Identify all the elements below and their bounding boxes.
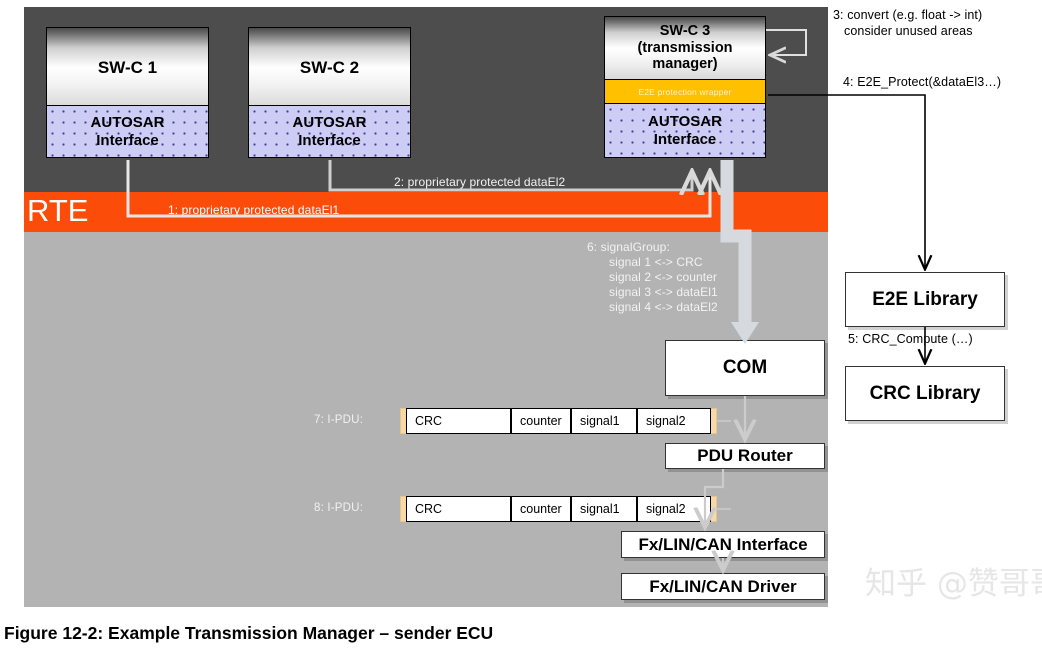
flow-line-2: [328, 160, 692, 190]
watermark: 知乎 @赞哥哥: [865, 566, 1042, 602]
figure-caption: Figure 12-2: Example Transmission Manage…: [4, 623, 494, 643]
flow-line-pdu-router-to-fx-interface: [705, 469, 725, 525]
diagram-canvas: RTE SW-C 1 AUTOSAR Interface SW-C 2 AUTO…: [0, 0, 1042, 659]
flow-line-4-e2e-protect: [768, 94, 925, 268]
flow-line-3-convert-loop: [766, 29, 807, 55]
flow-line-6-signalgroup: [720, 160, 759, 344]
flow-line-1: [126, 160, 710, 218]
